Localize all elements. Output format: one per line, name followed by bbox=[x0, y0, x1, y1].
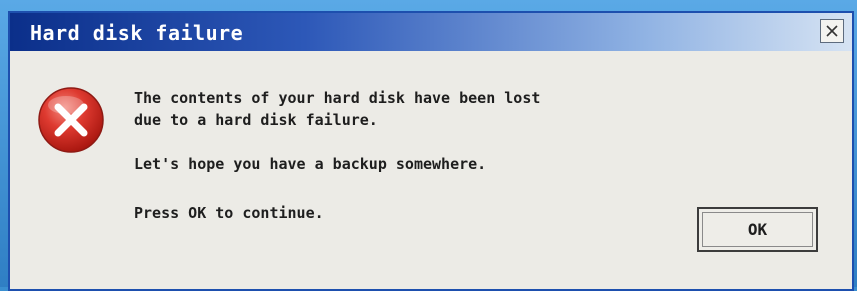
close-icon bbox=[825, 24, 839, 38]
message-line-3: Let's hope you have a backup somewhere. bbox=[134, 155, 487, 173]
window-title: Hard disk failure bbox=[30, 21, 244, 45]
close-button[interactable] bbox=[820, 19, 844, 43]
ok-button[interactable]: OK bbox=[697, 207, 818, 252]
error-dialog: Hard disk failure The contents of your h… bbox=[8, 11, 854, 291]
message-line-1: The contents of your hard disk have been… bbox=[134, 89, 541, 107]
title-bar[interactable]: Hard disk failure bbox=[10, 13, 852, 51]
dialog-content: The contents of your hard disk have been… bbox=[10, 51, 852, 289]
message-paragraph-1: The contents of your hard disk have been… bbox=[134, 87, 540, 131]
message-line-4: Press OK to continue. bbox=[134, 204, 324, 222]
message-line-2: due to a hard disk failure. bbox=[134, 111, 378, 129]
error-icon bbox=[36, 85, 106, 155]
